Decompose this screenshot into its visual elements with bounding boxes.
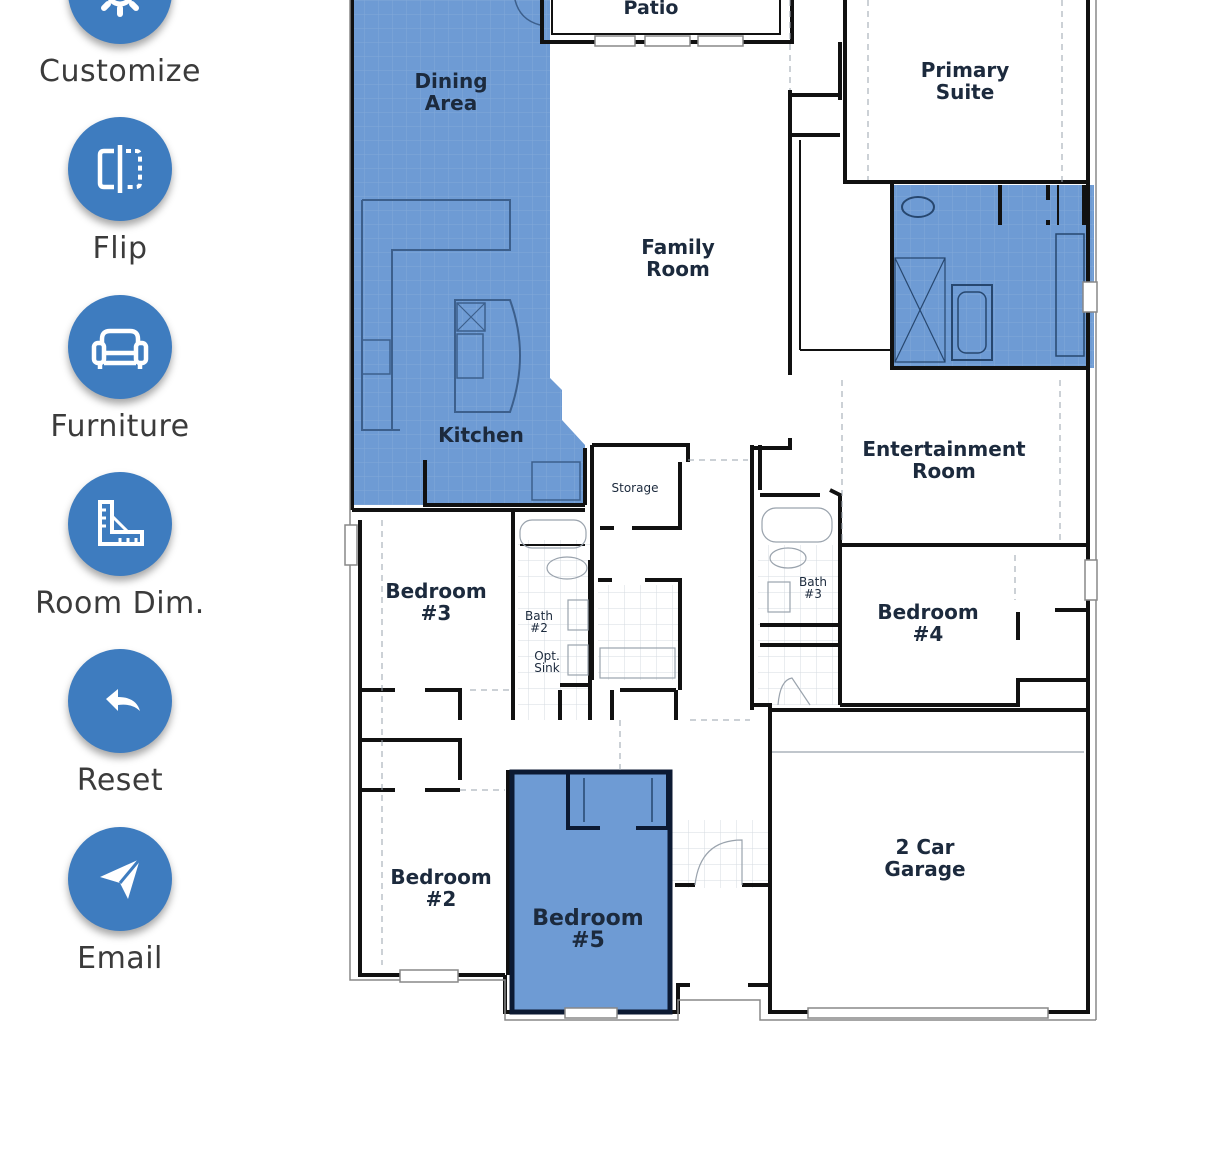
bedroom-5-highlight[interactable] [512, 772, 670, 1012]
bedroom-3-label-2: #3 [421, 601, 452, 625]
entertainment-label-2: Room [912, 459, 976, 483]
primary-suite-label-2: Suite [936, 80, 995, 104]
storage-label: Storage [612, 481, 659, 495]
email-label: Email [77, 941, 163, 976]
family-room-label-2: Room [646, 257, 710, 281]
ruler-icon [68, 472, 172, 576]
family-room-label-1: Family [641, 235, 715, 259]
flip-button[interactable]: Flip [0, 117, 240, 266]
primary-bath-highlight[interactable] [892, 185, 1094, 368]
customize-button[interactable]: Customize [0, 0, 240, 89]
customize-label: Customize [39, 54, 201, 89]
patio-label: Patio [624, 0, 679, 19]
customize-icon [68, 0, 172, 44]
room-dim-label: Room Dim. [35, 586, 205, 621]
sofa-icon [68, 295, 172, 399]
bedroom-5-label-2: #5 [571, 928, 605, 953]
opt-sink-label-2: Sink [534, 661, 560, 675]
garage-label-2: Garage [884, 857, 965, 881]
send-icon [68, 827, 172, 931]
kitchen-label: Kitchen [438, 423, 524, 447]
bath-2-label-2: #2 [530, 621, 548, 635]
reset-button[interactable]: Reset [0, 649, 240, 798]
flip-label: Flip [92, 231, 148, 266]
email-button[interactable]: Email [0, 827, 240, 976]
garage-label-1: 2 Car [896, 835, 955, 859]
reset-label: Reset [76, 763, 164, 798]
dining-label-1: Dining [414, 69, 487, 93]
dining-label-2: Area [425, 91, 477, 115]
room-dimensions-button[interactable]: Room Dim. [0, 472, 240, 621]
bedroom-3-label-1: Bedroom [385, 579, 486, 603]
bedroom-4-label-2: #4 [913, 622, 944, 646]
primary-suite-label-1: Primary [921, 58, 1010, 82]
flip-icon [68, 117, 172, 221]
furniture-label: Furniture [50, 409, 190, 444]
entertainment-label-1: Entertainment [862, 437, 1026, 461]
furniture-button[interactable]: Furniture [0, 295, 240, 444]
bedroom-4-label-1: Bedroom [877, 600, 978, 624]
bedroom-2-label-1: Bedroom [390, 865, 491, 889]
undo-icon [68, 649, 172, 753]
bath-3-label-2: #3 [804, 587, 822, 601]
bedroom-2-label-2: #2 [426, 887, 457, 911]
